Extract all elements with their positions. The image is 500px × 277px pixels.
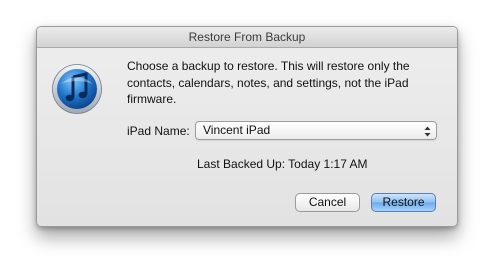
ipad-name-selected-value: Vincent iPad	[203, 123, 271, 137]
ipad-name-select[interactable]: Vincent iPad	[195, 121, 437, 140]
window-title: Restore From Backup	[37, 27, 457, 48]
restore-message: Choose a backup to restore. This will re…	[127, 59, 410, 106]
ipad-name-label: iPad Name:	[127, 124, 190, 138]
restore-dialog: Restore From Backup Choose a backup to r…	[36, 26, 458, 227]
up-down-arrows-icon	[424, 125, 431, 137]
cancel-button[interactable]: Cancel	[295, 193, 360, 212]
itunes-icon	[52, 64, 102, 114]
restore-button[interactable]: Restore	[371, 193, 436, 212]
last-backed-up-text: Last Backed Up: Today 1:17 AM	[197, 157, 368, 171]
